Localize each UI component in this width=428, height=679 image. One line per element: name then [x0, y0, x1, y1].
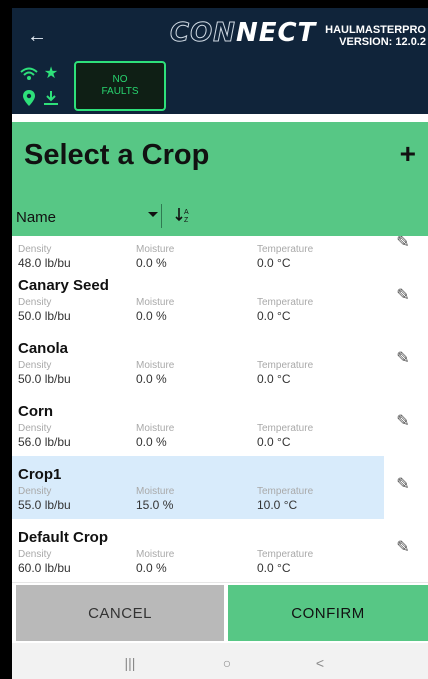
moisture-label: Moisture — [136, 423, 175, 434]
recent-apps-icon[interactable]: ||| — [120, 653, 140, 673]
moisture-label: Moisture — [136, 297, 175, 308]
faults-line2: FAULTS — [101, 86, 139, 97]
pencil-icon[interactable]: ✎ — [394, 236, 412, 252]
temperature-label: Temperature — [257, 549, 314, 560]
list-item[interactable]: Canary Seed Density Moisture Temperature… — [12, 267, 428, 331]
density-label: Density — [18, 244, 52, 255]
temperature-label: Temperature — [257, 486, 314, 497]
sort-field[interactable]: Name — [16, 209, 56, 226]
density-label: Density — [18, 423, 52, 434]
density-value: 50.0 lb/bu — [18, 372, 71, 386]
pencil-icon[interactable]: ✎ — [394, 287, 412, 305]
list-item[interactable]: Canola Density Moisture Temperature 50.0… — [12, 330, 428, 394]
wifi-icon — [20, 65, 38, 83]
back-arrow-icon[interactable]: ← — [27, 25, 49, 47]
brand-version: HAULMASTERPRO VERSION: 12.0.2 — [316, 24, 426, 48]
star-icon: ★ — [43, 65, 59, 82]
moisture-value: 0.0 % — [136, 561, 167, 575]
moisture-label: Moisture — [136, 360, 175, 371]
density-label: Density — [18, 486, 52, 497]
action-buttons: CANCEL CONFIRM — [12, 585, 428, 641]
temperature-value: 0.0 °C — [257, 435, 291, 449]
crop-name: Default Crop — [18, 529, 108, 546]
temperature-value: 0.0 °C — [257, 372, 291, 386]
nav-back-icon[interactable]: < — [310, 653, 330, 673]
cancel-button[interactable]: CANCEL — [16, 585, 224, 641]
moisture-value: 0.0 % — [136, 435, 167, 449]
connect-logo: CONNECT — [170, 18, 316, 50]
pencil-icon[interactable]: ✎ — [394, 350, 412, 368]
faults-line1: NO — [112, 74, 128, 85]
sort-divider — [161, 204, 162, 228]
density-value: 50.0 lb/bu — [18, 309, 71, 323]
moisture-value: 15.0 % — [136, 498, 174, 512]
device-frame: ← CONNECT HAULMASTERPRO VERSION: 12.0.2 … — [0, 0, 428, 679]
logo-nect: NECT — [235, 18, 317, 48]
temperature-value: 0.0 °C — [257, 309, 291, 323]
pencil-icon[interactable]: ✎ — [394, 539, 412, 557]
version-label: VERSION: 12.0.2 — [339, 36, 426, 48]
moisture-label: Moisture — [136, 549, 175, 560]
density-value: 55.0 lb/bu — [18, 498, 71, 512]
app-screen: ← CONNECT HAULMASTERPRO VERSION: 12.0.2 … — [12, 8, 428, 679]
logo-con: CON — [170, 18, 236, 49]
svg-text:Z: Z — [184, 217, 189, 224]
download-icon — [42, 89, 60, 107]
density-value: 60.0 lb/bu — [18, 561, 71, 575]
crop-name: Crop1 — [18, 466, 62, 483]
temperature-label: Temperature — [257, 297, 314, 308]
pencil-icon[interactable]: ✎ — [394, 476, 412, 494]
title-bar: Select a Crop + Name AZ — [12, 122, 428, 236]
list-item[interactable]: Default Crop Density Moisture Temperatur… — [12, 519, 428, 583]
list-item[interactable]: Corn Density Moisture Temperature 56.0 l… — [12, 393, 428, 457]
sort-az-icon[interactable]: AZ — [174, 205, 194, 225]
moisture-value: 0.0 % — [136, 372, 167, 386]
top-header: ← CONNECT HAULMASTERPRO VERSION: 12.0.2 … — [12, 8, 428, 114]
android-nav-bar: ||| ○ < — [12, 643, 428, 679]
temperature-label: Temperature — [257, 244, 314, 255]
crop-name: Corn — [18, 403, 53, 420]
crop-name: Canary Seed — [18, 277, 109, 294]
home-icon[interactable]: ○ — [217, 653, 237, 673]
temperature-value: 0.0 °C — [257, 561, 291, 575]
faults-indicator[interactable]: NO FAULTS — [74, 61, 166, 111]
sort-row: Name AZ — [12, 197, 428, 236]
crop-list[interactable]: Density Moisture Temperature 48.0 lb/bu … — [12, 236, 428, 587]
plus-icon[interactable]: + — [400, 138, 416, 170]
temperature-label: Temperature — [257, 423, 314, 434]
moisture-value: 0.0 % — [136, 309, 167, 323]
confirm-button[interactable]: CONFIRM — [228, 585, 428, 641]
status-icons: ★ — [20, 65, 66, 113]
moisture-label: Moisture — [136, 244, 175, 255]
density-label: Density — [18, 549, 52, 560]
density-label: Density — [18, 360, 52, 371]
density-value: 56.0 lb/bu — [18, 435, 71, 449]
location-pin-icon — [20, 89, 38, 107]
density-label: Density — [18, 297, 52, 308]
crop-name: Canola — [18, 340, 69, 357]
brand-name: HAULMASTERPRO — [325, 24, 426, 36]
svg-text:A: A — [184, 209, 189, 216]
pencil-icon[interactable]: ✎ — [394, 413, 412, 431]
page-title: Select a Crop — [24, 139, 210, 171]
moisture-label: Moisture — [136, 486, 175, 497]
temperature-label: Temperature — [257, 360, 314, 371]
list-item-selected[interactable]: Crop1 Density Moisture Temperature 55.0 … — [12, 456, 428, 520]
temperature-value: 10.0 °C — [257, 498, 298, 512]
caret-down-icon[interactable] — [146, 207, 162, 223]
